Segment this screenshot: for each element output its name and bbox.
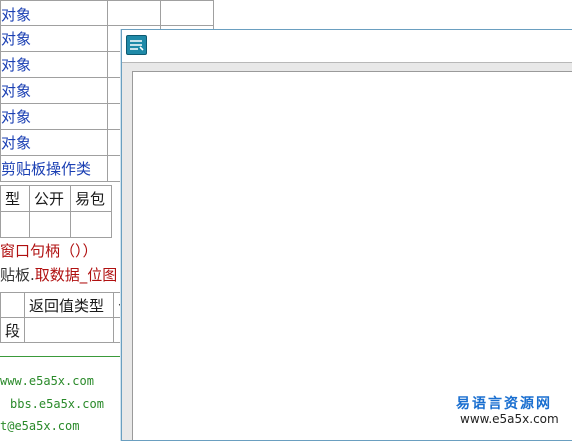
column-header-easy-package: 易包 (70, 185, 112, 212)
column-header-label: 型 (5, 190, 21, 208)
column-header-label: 公开 (34, 190, 65, 208)
table-cell: 段 (0, 317, 26, 343)
object-type-cell: 对象 (0, 129, 108, 156)
app-logo-icon (130, 40, 144, 51)
object-label: 对象 (1, 108, 32, 126)
table-row[interactable]: 对象 (0, 0, 214, 26)
comment-text: bbs.e5a5x.com (10, 397, 104, 411)
object-type-cell: 对象 (0, 77, 108, 104)
table-cell (160, 0, 214, 26)
object-type-cell: 对象 (0, 0, 108, 26)
table-cell (29, 211, 71, 238)
table-header-row: 返回值类型 公 (0, 292, 139, 318)
object-type-cell: 对象 (0, 51, 108, 78)
watermark-url: www.e5a5x.com (460, 412, 559, 426)
comment-text: www.e5a5x.com (0, 374, 94, 388)
table-row[interactable] (0, 211, 112, 238)
object-label: 剪贴板操作类 (1, 160, 92, 178)
table-cell (24, 317, 115, 343)
comment-divider (0, 356, 125, 357)
object-type-cell: 对象 (0, 103, 108, 130)
table-cell (0, 211, 30, 238)
table-cell (0, 292, 26, 318)
object-label: 对象 (1, 56, 32, 74)
column-header-label: 返回值类型 (29, 296, 105, 315)
column-header-type: 型 (0, 185, 30, 212)
app-icon[interactable] (126, 35, 147, 55)
object-type-cell: 剪贴板操作类 (0, 155, 108, 182)
return-value-table: 返回值类型 公 段 (0, 292, 139, 343)
object-label: 对象 (1, 134, 32, 152)
comment-line: t@e5a5x.com (0, 419, 79, 433)
comment-text: t@e5a5x.com (0, 419, 80, 433)
window-client-area[interactable] (132, 71, 572, 440)
watermark-url-text: www.e5a5x.com (460, 412, 559, 426)
table-header-row: 型 公开 易包 (0, 185, 112, 212)
table-row[interactable]: 段 (0, 317, 139, 343)
code-line-window-handle[interactable]: 窗口句柄（）） (0, 240, 98, 261)
app-window[interactable] (121, 29, 572, 441)
watermark-brand-text: 易语言资源网 (456, 396, 552, 412)
object-label: 对象 (1, 30, 32, 48)
column-header-public: 公开 (29, 185, 71, 212)
window-titlebar[interactable] (122, 30, 572, 62)
comment-line: www.e5a5x.com (0, 374, 94, 388)
table-cell (107, 0, 161, 26)
code-method-text: 取数据_位图 (34, 266, 118, 284)
comment-line: bbs.e5a5x.com (10, 397, 104, 411)
watermark-brand: 易语言资源网 (456, 393, 552, 413)
window-client-frame (122, 62, 572, 440)
object-type-cell: 对象 (0, 25, 108, 52)
code-object-text: 贴板. (0, 266, 35, 284)
code-text: 窗口句柄（）） (0, 242, 98, 260)
column-header-label: 易包 (75, 190, 106, 208)
object-label: 对象 (1, 82, 32, 100)
cell-text: 段 (5, 321, 21, 340)
column-header-return-type: 返回值类型 (24, 292, 115, 318)
code-line-clipboard-call[interactable]: 贴板.取数据_位图 (0, 264, 117, 285)
object-label: 对象 (1, 6, 32, 24)
parameter-header-table: 型 公开 易包 (0, 185, 112, 238)
table-cell (70, 211, 112, 238)
